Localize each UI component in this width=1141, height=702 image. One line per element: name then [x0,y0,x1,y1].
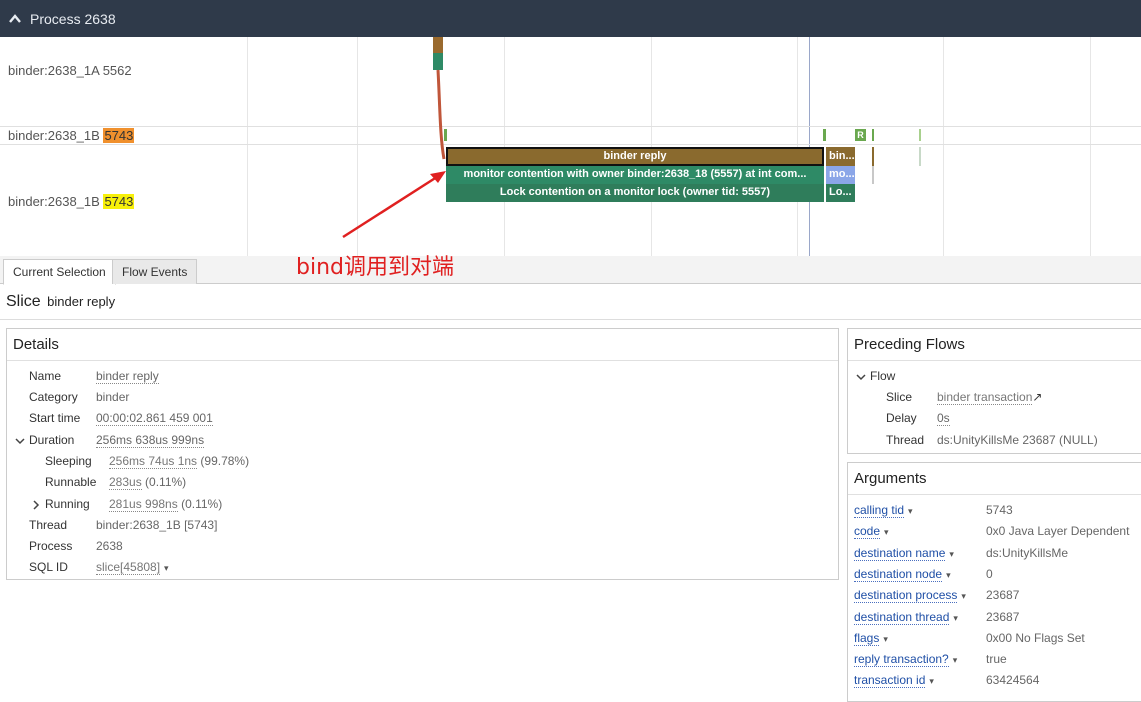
annotation-text: bind调用到对端 [296,255,454,280]
argument-value: 0 [986,566,993,581]
argument-value: true [986,652,1007,667]
dropdown-caret-icon[interactable]: ▾ [883,634,888,645]
argument-row: code ▾ 0x0 Java Layer Dependent [854,524,1129,540]
argument-value: 23687 [986,588,1020,603]
arguments-title: Arguments [848,463,1141,495]
argument-row: transaction id ▾ 63424564 [854,673,1039,689]
argument-row: destination name ▾ ds:UnityKillsMe [854,545,1068,561]
argument-row: destination node ▾ 0 [854,566,993,582]
argument-value: 0x00 No Flags Set [986,630,1085,645]
dropdown-caret-icon[interactable]: ▾ [164,563,169,574]
tab-current-selection[interactable]: Current Selection [3,259,116,285]
detail-row-duration[interactable]: Duration 256ms 638us 999ns [15,433,205,448]
argument-row: reply transaction? ▾ true [854,652,1007,668]
argument-key[interactable]: flags [854,630,880,646]
preceding-flows-title: Preceding Flows [848,329,1141,361]
argument-row: flags ▾ 0x00 No Flags Set [854,630,1085,646]
sql-id-link[interactable]: slice[45808] [96,560,161,575]
start-time-link[interactable]: 00:00:02.861 459 001 [96,411,213,426]
dropdown-caret-icon[interactable]: ▾ [953,613,958,624]
flow-delay-link[interactable]: 0s [937,411,950,426]
argument-key[interactable]: destination thread [854,609,950,625]
detail-row-name: Name binder reply [29,369,159,384]
selection-heading: Slice binder reply [6,293,116,310]
preceding-flows-panel: Preceding Flows Flow Slice binder transa… [847,328,1141,454]
name-link[interactable]: binder reply [96,369,159,384]
external-link-icon[interactable]: ↗ [1032,390,1042,404]
process-title: Process 2638 [30,10,116,27]
details-panel: Details Name binder reply Category binde… [6,328,839,580]
chevron-up-icon[interactable] [8,12,22,26]
argument-key[interactable]: reply transaction? [854,652,949,668]
tab-flow-events[interactable]: Flow Events [112,259,198,284]
argument-value: 63424564 [986,673,1040,688]
chevron-down-icon[interactable] [856,372,866,382]
argument-key[interactable]: code [854,524,881,540]
divider [0,319,1141,320]
flow-slice-link[interactable]: binder transaction [937,390,1033,405]
argument-key[interactable]: destination name [854,545,946,561]
detail-row-start-time: Start time 00:00:02.861 459 001 [29,411,213,426]
annotation-arrow [342,173,441,239]
detail-row-process: Process 2638 [29,539,123,553]
chevron-down-icon[interactable] [15,436,25,446]
argument-value: 5743 [986,503,1013,517]
detail-row-sql-id: SQL ID slice[45808] ▾ [29,560,169,575]
argument-value: 0x0 Java Layer Dependent [986,524,1130,539]
argument-row: destination process ▾ 23687 [854,588,1019,604]
detail-row-category: Category binder [29,390,130,404]
detail-row-thread: Thread binder:2638_1B [5743] [29,518,218,532]
argument-value: 23687 [986,609,1020,624]
dropdown-caret-icon[interactable]: ▾ [884,527,889,538]
dropdown-caret-icon[interactable]: ▾ [949,549,954,560]
flow-row-thread: Thread ds:UnityKillsMe 23687 (NULL) [886,433,1098,447]
timeline-tracks[interactable]: binder:2638_1A 5562 binder:2638_1B 5743 … [0,37,1141,256]
runnable-link[interactable]: 283us [109,475,142,490]
details-title: Details [7,329,838,361]
flow-arrows [342,69,446,239]
argument-key[interactable]: destination process [854,588,958,604]
argument-row: destination thread ▾ 23687 [854,609,1019,625]
details-tabs: Current Selection Flow Events [0,256,1141,285]
dropdown-caret-icon[interactable]: ▾ [961,591,966,602]
dropdown-caret-icon[interactable]: ▾ [946,570,951,581]
dropdown-caret-icon[interactable]: ▾ [953,655,958,666]
flow-toggle[interactable]: Flow [856,369,895,383]
argument-key[interactable]: calling tid [854,503,905,518]
detail-row-running[interactable]: Running 281us 998ns (0.11%) [31,497,222,512]
argument-key[interactable]: destination node [854,566,943,582]
sleeping-link[interactable]: 256ms 74us 1ns [109,454,198,469]
chevron-right-icon[interactable] [31,500,41,510]
process-header[interactable]: Process 2638 [0,0,1141,37]
dropdown-caret-icon[interactable]: ▾ [908,506,913,517]
flow-row-delay: Delay 0s [886,411,950,426]
running-link[interactable]: 281us 998ns [109,497,178,512]
flow-row-slice: Slice binder transaction↗ [886,390,1043,405]
duration-link[interactable]: 256ms 638us 999ns [96,433,205,448]
detail-row-runnable: Runnable 283us (0.11%) [45,475,187,490]
dropdown-caret-icon[interactable]: ▾ [929,676,934,687]
flow-arrow [436,69,446,160]
argument-key[interactable]: transaction id [854,673,926,689]
argument-row: calling tid ▾ 5743 [854,503,1013,518]
arguments-panel: Arguments calling tid ▾ 5743 code ▾ 0x0 Java … [847,462,1141,702]
argument-value: ds:UnityKillsMe [986,545,1069,560]
detail-row-sleeping: Sleeping 256ms 74us 1ns (99.78%) [45,454,250,469]
